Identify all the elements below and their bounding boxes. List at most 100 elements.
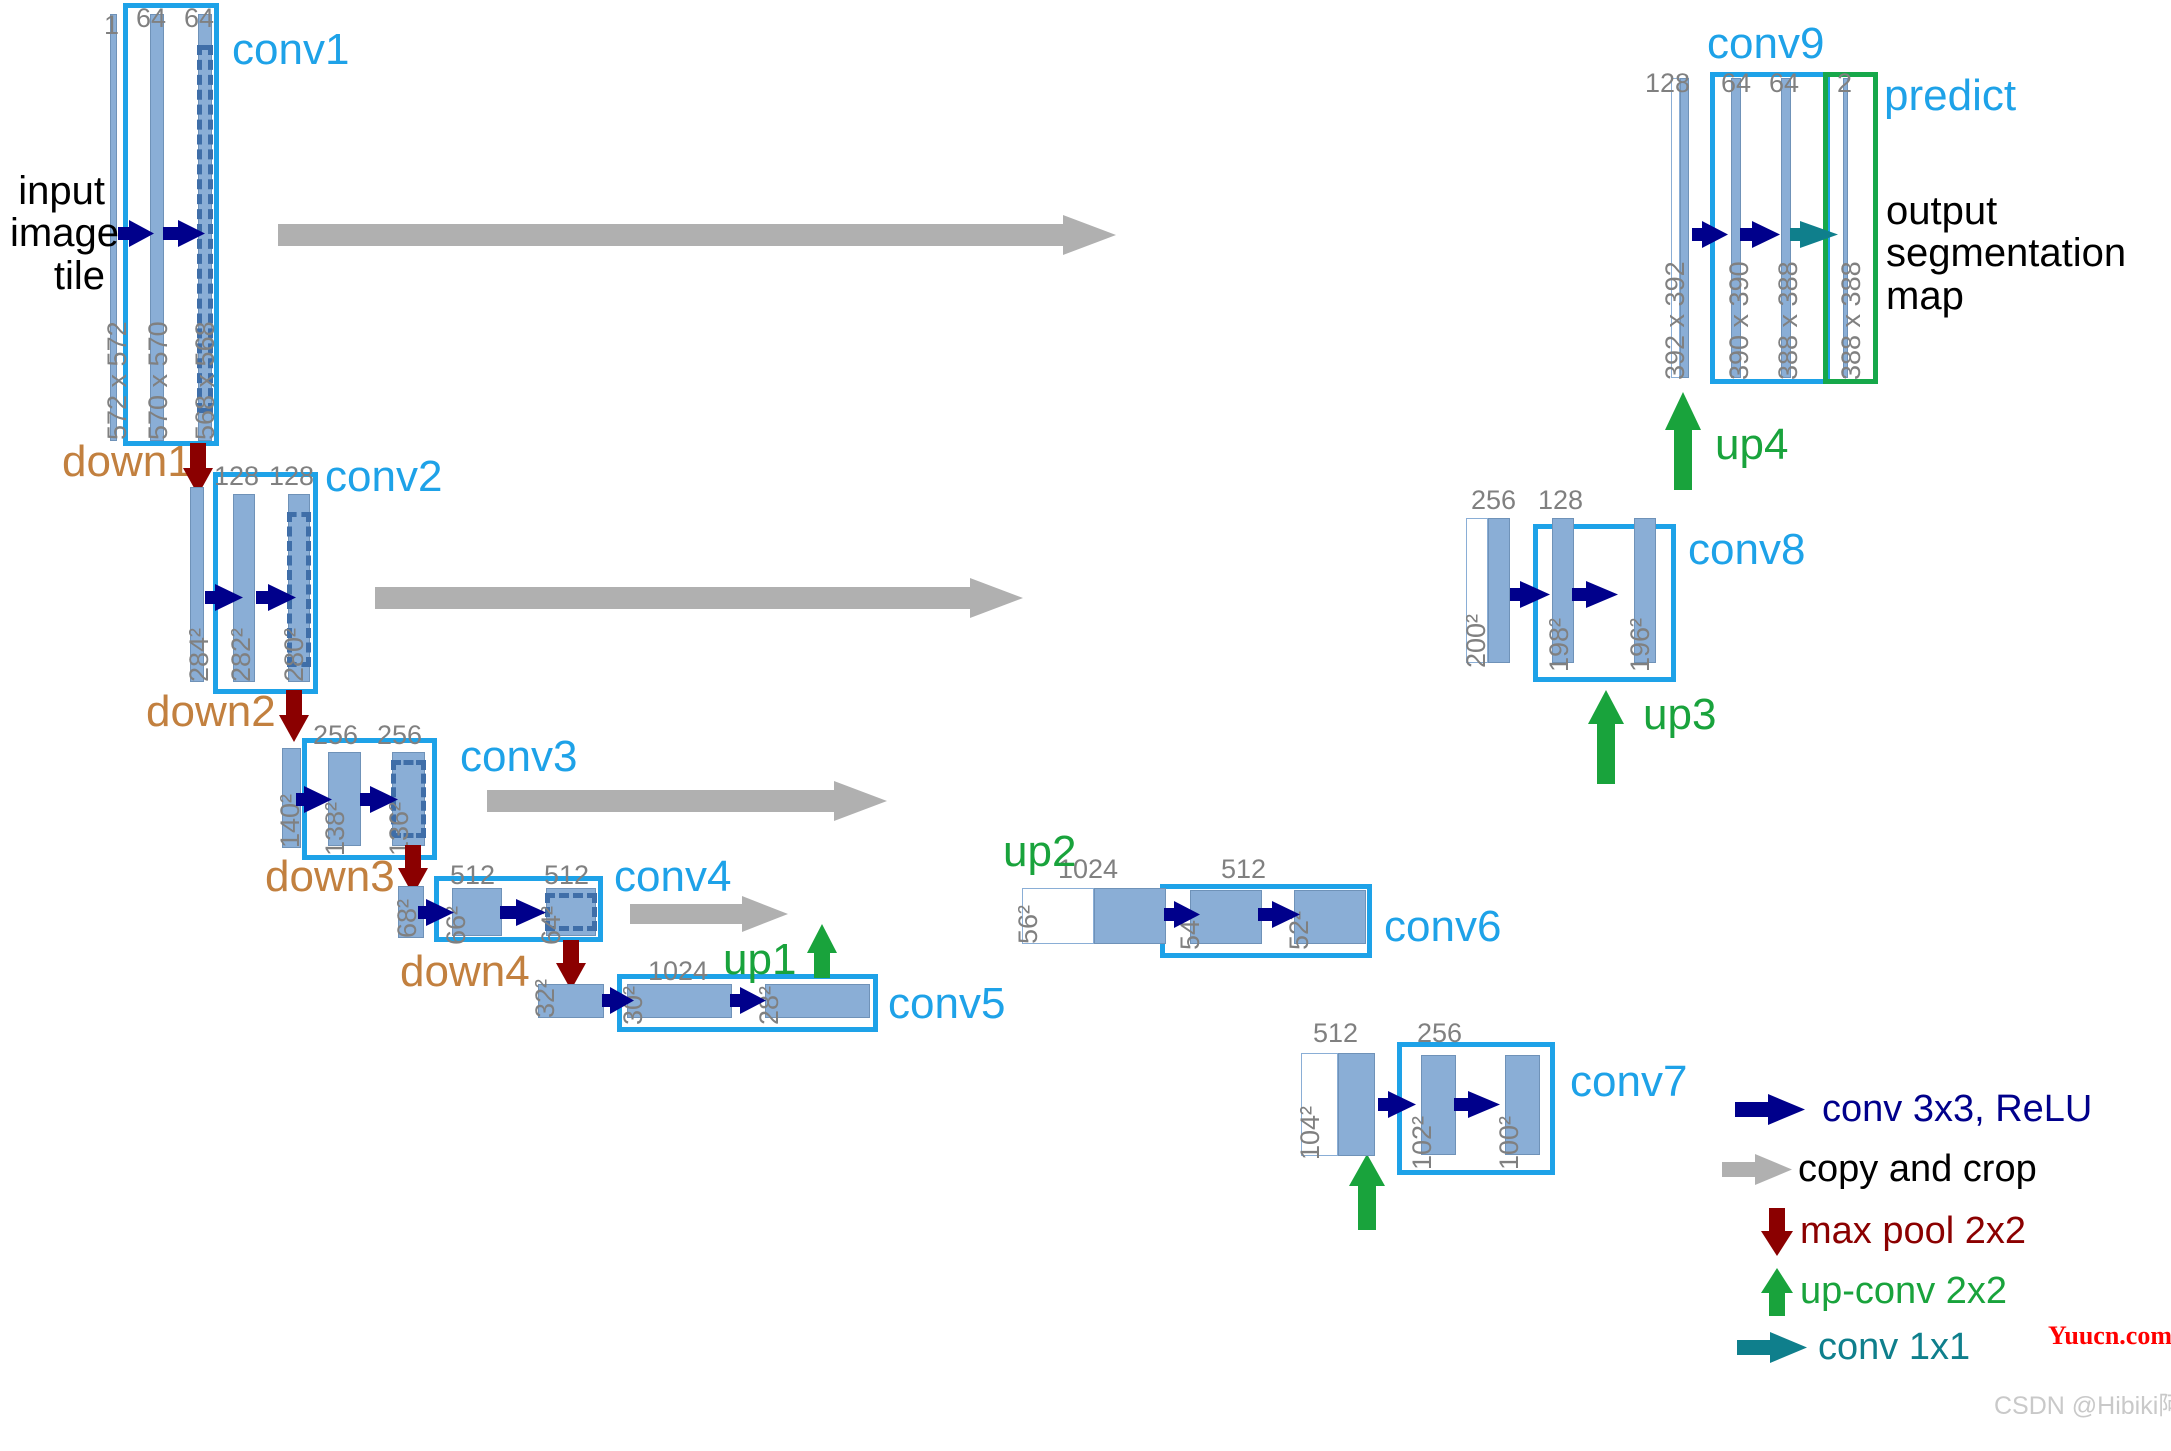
conv-arrow-5b bbox=[730, 987, 766, 1014]
conv-arrow-6b bbox=[1258, 901, 1300, 928]
transition-label-up2: up2 bbox=[1003, 827, 1077, 876]
conv-arrow-4b bbox=[500, 899, 546, 926]
dim-label-568: 568 x 568 bbox=[190, 321, 220, 440]
conv-arrow-1b bbox=[163, 220, 205, 247]
legend-conv-3x3-relu-arrow-icon bbox=[1735, 1094, 1805, 1125]
conv-arrow-7a bbox=[1378, 1091, 1416, 1118]
group-label-conv2: conv2 bbox=[325, 452, 443, 501]
watermark-red: Yuucn.com bbox=[2048, 1321, 2171, 1350]
legend-max-pool-arrow-icon bbox=[1761, 1208, 1793, 1256]
transition-label-down3: down3 bbox=[265, 852, 395, 901]
channels-label-64a: 64 bbox=[136, 3, 167, 33]
dim-label-68: 68² bbox=[392, 898, 422, 938]
group-label-conv9: conv9 bbox=[1707, 19, 1825, 68]
transition-label-up1: up1 bbox=[723, 935, 797, 984]
copy-crop-arrow-2 bbox=[375, 578, 1023, 618]
conv-arrow-3b bbox=[360, 786, 398, 813]
channels-label-256-dec2: 256 bbox=[1471, 485, 1517, 515]
group-label-conv4: conv4 bbox=[614, 852, 732, 901]
group-label-conv7: conv7 bbox=[1570, 1057, 1688, 1106]
dim-label-392: 392 x 392 bbox=[1660, 261, 1690, 380]
conv-arrow-3a bbox=[296, 786, 332, 813]
channels-label-64-dec2: 64 bbox=[1769, 68, 1800, 98]
dim-label-198: 198² bbox=[1544, 617, 1574, 672]
group-label-conv5: conv5 bbox=[888, 979, 1006, 1028]
channels-label-128a: 128 bbox=[214, 461, 260, 491]
legend-label-up-conv: up-conv 2x2 bbox=[1800, 1270, 2008, 1312]
legend-label-conv-1x1: conv 1x1 bbox=[1818, 1326, 1971, 1368]
max-pool-arrow-2 bbox=[279, 690, 309, 742]
dim-label-104: 104² bbox=[1295, 1105, 1325, 1160]
conv-arrow-9b bbox=[1740, 221, 1780, 248]
channels-label-256a: 256 bbox=[313, 720, 359, 750]
dim-label-388b: 388 x 388 bbox=[1836, 261, 1866, 380]
channels-label-1: 1 bbox=[104, 10, 120, 40]
channels-label-512a: 512 bbox=[450, 860, 496, 890]
legend-label-max-pool: max pool 2x2 bbox=[1800, 1210, 2027, 1252]
channels-label-2: 2 bbox=[1837, 68, 1853, 98]
feature-map-up3 bbox=[1488, 518, 1510, 663]
channels-label-512-dec2: 512 bbox=[1313, 1018, 1359, 1048]
copy-crop-arrow-3 bbox=[487, 781, 887, 821]
dim-label-102: 102² bbox=[1407, 1115, 1437, 1170]
conv-arrow-2a bbox=[205, 584, 243, 611]
legend-copy-and-crop-arrow-icon bbox=[1722, 1154, 1792, 1185]
conv-arrow-7b bbox=[1454, 1091, 1500, 1118]
dim-label-196: 196² bbox=[1625, 617, 1655, 672]
dim-label-280: 280² bbox=[279, 627, 309, 682]
group-label-conv6: conv6 bbox=[1384, 902, 1502, 951]
group-label-predict: predict bbox=[1884, 71, 2017, 120]
input-image-tile-label: input image tile bbox=[10, 169, 119, 298]
copy-crop-arrow-1 bbox=[278, 215, 1116, 255]
group-label-conv3: conv3 bbox=[460, 732, 578, 781]
conv-1x1-arrow bbox=[1790, 221, 1838, 248]
channels-label-64-dec: 64 bbox=[1721, 68, 1752, 98]
dim-label-200: 200² bbox=[1461, 613, 1491, 668]
copy-crop-arrow-4 bbox=[630, 896, 788, 932]
legend-up-conv-arrow-icon bbox=[1761, 1268, 1793, 1316]
channels-label-64b: 64 bbox=[184, 3, 215, 33]
dim-label-282: 282² bbox=[226, 627, 256, 682]
conv-arrow-2b bbox=[256, 584, 296, 611]
dim-label-572: 572 x 572 bbox=[102, 321, 132, 440]
transition-label-up3: up3 bbox=[1643, 690, 1717, 739]
conv-arrow-4a bbox=[418, 899, 454, 926]
conv-arrow-5a bbox=[602, 987, 634, 1014]
dim-label-100: 100² bbox=[1494, 1115, 1524, 1170]
transition-label-down4: down4 bbox=[400, 947, 530, 996]
channels-label-512-dec: 512 bbox=[1221, 854, 1267, 884]
up-conv-arrow-4 bbox=[1665, 392, 1701, 490]
channels-label-1024-bottom: 1024 bbox=[648, 956, 709, 986]
channels-label-128b: 128 bbox=[269, 461, 315, 491]
up-conv-arrow-3 bbox=[1588, 690, 1624, 784]
dim-label-390: 390 x 390 bbox=[1724, 261, 1754, 380]
transition-label-up4: up4 bbox=[1715, 420, 1789, 469]
legend-conv-1x1-arrow-icon bbox=[1737, 1332, 1807, 1363]
legend-label-conv-3x3-relu: conv 3x3, ReLU bbox=[1822, 1088, 2093, 1130]
dim-label-56: 56² bbox=[1013, 904, 1043, 944]
transition-label-down1: down1 bbox=[62, 437, 192, 486]
watermark-gray: CSDN @Hibiki阿杰 bbox=[1994, 1392, 2171, 1420]
feature-map-up1 bbox=[1094, 888, 1166, 944]
unet-diagram: conv1 1 572 x 572 64 570 x 570 64 568 x … bbox=[0, 0, 2171, 1451]
conv-arrow-9a bbox=[1692, 221, 1728, 248]
transition-label-down2: down2 bbox=[146, 687, 276, 736]
conv-arrow-8a bbox=[1510, 581, 1550, 608]
up-conv-arrow-1 bbox=[807, 924, 837, 978]
channels-label-128-dec2: 128 bbox=[1645, 68, 1691, 98]
feature-map-up2 bbox=[1338, 1053, 1375, 1156]
channels-label-256b: 256 bbox=[377, 720, 423, 750]
dim-label-284: 284² bbox=[184, 627, 214, 682]
group-label-conv1: conv1 bbox=[232, 25, 350, 74]
up-conv-arrow-2 bbox=[1349, 1154, 1385, 1230]
dim-label-388: 388 x 388 bbox=[1773, 261, 1803, 380]
channels-label-512b: 512 bbox=[544, 860, 590, 890]
dim-label-570: 570 x 570 bbox=[143, 321, 173, 440]
conv-arrow-8b bbox=[1572, 581, 1618, 608]
channels-label-128-dec: 128 bbox=[1538, 485, 1584, 515]
dim-label-32: 32² bbox=[530, 978, 560, 1018]
conv-arrow-1a bbox=[118, 220, 154, 247]
legend-label-copy-and-crop: copy and crop bbox=[1798, 1148, 2037, 1190]
output-segmentation-map-label: output segmentation map bbox=[1886, 189, 2127, 318]
group-label-conv8: conv8 bbox=[1688, 525, 1806, 574]
